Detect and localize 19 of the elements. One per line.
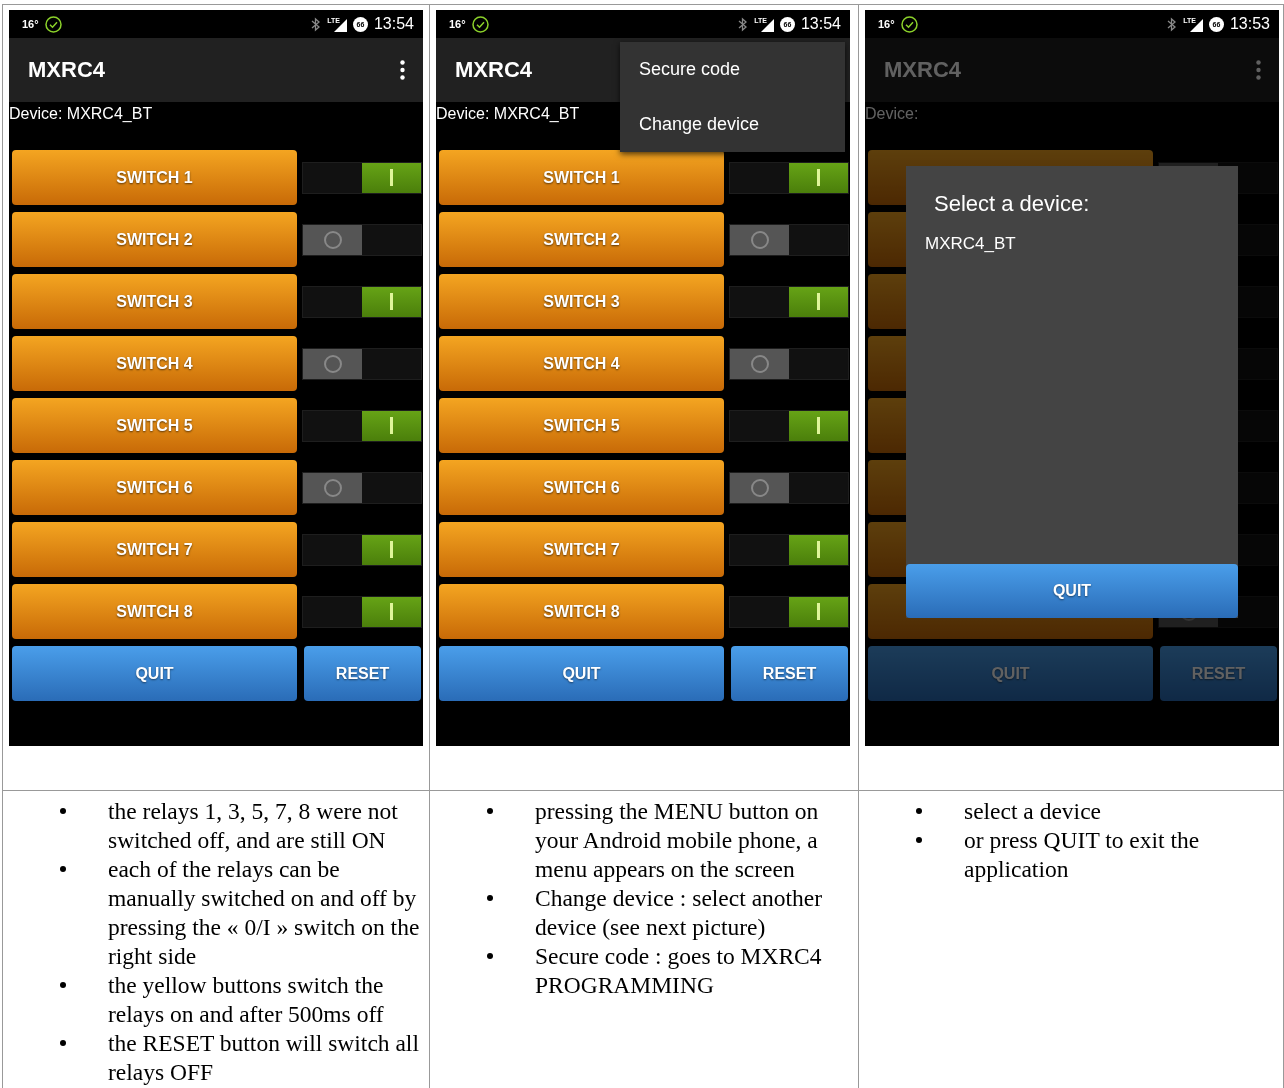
note-text: or press QUIT to exit the application	[964, 826, 1201, 884]
app-title: MXRC4	[28, 57, 105, 83]
note-text: the RESET button will switch all relays OFF	[108, 1029, 420, 1087]
dialog-title: Select a device:	[934, 190, 1090, 218]
note-text: Secure code : goes to MXRC4 PROGRAMMING	[535, 942, 823, 1000]
temperature-text: 16°	[449, 18, 466, 30]
clock-text: 13:53	[1229, 15, 1270, 33]
temperature-text: 16°	[22, 18, 39, 30]
clock-text: 13:54	[373, 15, 414, 33]
clock-text: 13:54	[800, 15, 841, 33]
note-text: pressing the MENU button on your Android mobile phone, a menu appears on the screen	[535, 797, 820, 884]
app-title: MXRC4	[884, 57, 961, 83]
device-label: Device: MXRC4_BT	[9, 104, 153, 124]
device-label: Device: MXRC4_BT	[436, 104, 580, 124]
note-text: Change device : select another device (see next picture)	[535, 884, 824, 942]
temperature-text: 16°	[878, 18, 895, 30]
note-text: select a device	[964, 797, 1102, 826]
device-label: Device:	[865, 104, 919, 124]
app-title: MXRC4	[455, 57, 532, 83]
